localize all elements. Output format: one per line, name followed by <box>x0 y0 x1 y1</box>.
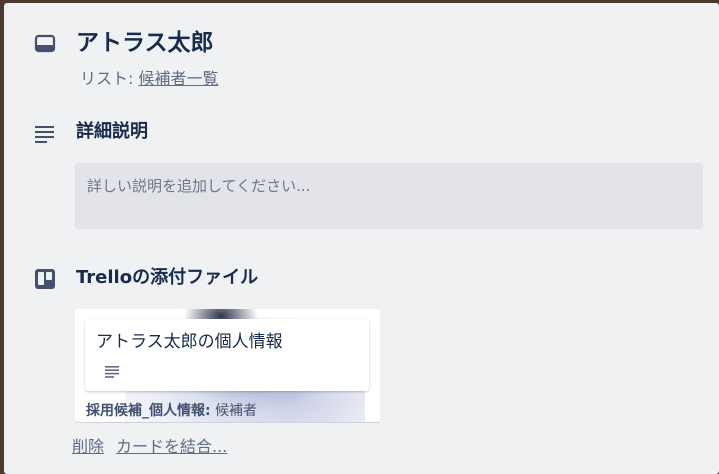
attachment-list-name: 候補者 <box>215 403 258 419</box>
list-name-link[interactable]: 候補者一覧 <box>138 69 218 88</box>
description-lines-icon <box>34 124 56 144</box>
list-prefix-label: リスト: <box>80 69 139 88</box>
attached-card-title: アトラス太郎の個人情報 <box>96 332 283 352</box>
attached-card[interactable]: アトラス太郎の個人情報 <box>85 319 369 391</box>
card-list-info: リスト: 候補者一覧 <box>80 65 219 89</box>
description-input[interactable]: 詳しい説明を追加してください... <box>75 163 703 229</box>
card-title[interactable]: アトラス太郎 <box>76 27 214 59</box>
attachment-board-name: 採用候補_個人情報: <box>86 403 211 419</box>
attachments-heading: Trelloの添付ファイル <box>76 267 259 288</box>
card-icon <box>34 34 56 54</box>
attachment-board-list-info: 採用候補_個人情報: 候補者 <box>86 400 257 420</box>
merge-card-link[interactable]: カードを結合... <box>116 433 227 457</box>
delete-attachment-link[interactable]: 削除 <box>72 433 104 457</box>
attachment-card-preview[interactable]: アトラス太郎の個人情報 採用候補_個人情報: 候補者 <box>75 309 380 422</box>
description-heading: 詳細説明 <box>76 121 148 142</box>
description-lines-icon <box>105 363 119 378</box>
trello-board-icon <box>34 269 56 289</box>
card-detail-window: アトラス太郎 リスト: 候補者一覧 詳細説明 詳しい説明を追加してください...… <box>4 3 719 474</box>
